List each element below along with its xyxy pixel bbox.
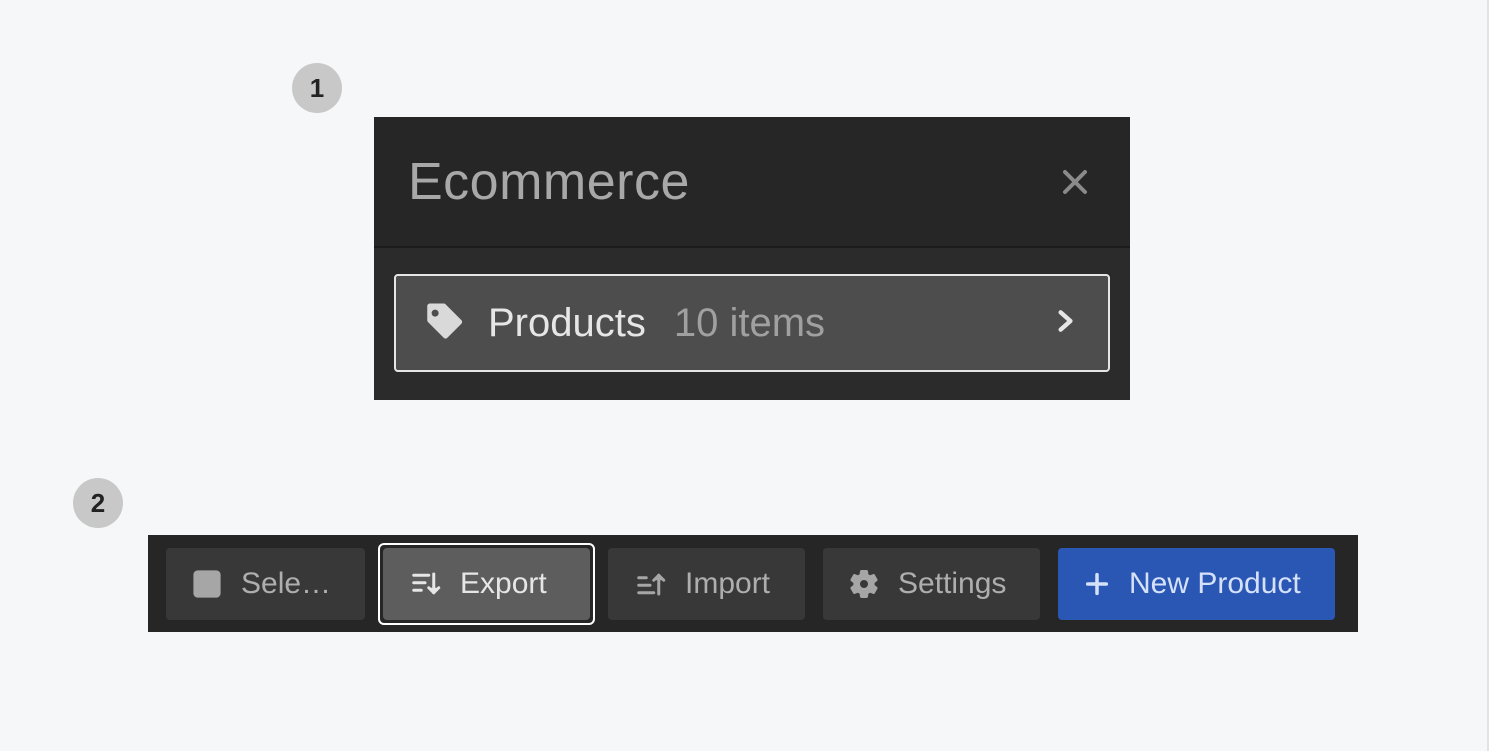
- step-badge-2: 2: [73, 478, 123, 528]
- products-toolbar: Select... Export Import: [148, 535, 1358, 632]
- products-label: Products: [488, 301, 646, 346]
- import-label: Import: [685, 567, 770, 601]
- chevron-right-icon: [1052, 302, 1078, 345]
- close-icon[interactable]: [1058, 165, 1092, 199]
- checkbox-icon: [191, 568, 223, 600]
- page-divider: [1487, 0, 1501, 751]
- select-button[interactable]: Select...: [166, 548, 365, 620]
- ecommerce-panel-header: Ecommerce: [374, 117, 1130, 248]
- export-label: Export: [460, 567, 547, 601]
- step-badge-1: 1: [292, 63, 342, 113]
- sort-desc-icon: [408, 569, 442, 599]
- ecommerce-panel-body: Products 10 items: [374, 248, 1130, 400]
- tag-icon: [422, 300, 464, 347]
- products-count: 10 items: [674, 301, 825, 346]
- new-product-label: New Product: [1129, 567, 1301, 601]
- ecommerce-panel: Ecommerce Products 10 items: [374, 117, 1130, 400]
- settings-button[interactable]: Settings: [823, 548, 1040, 620]
- select-label: Select...: [241, 567, 340, 601]
- panel-title: Ecommerce: [408, 152, 690, 212]
- plus-icon: [1083, 570, 1111, 598]
- gear-icon: [848, 568, 880, 600]
- sort-asc-icon: [633, 569, 667, 599]
- export-button[interactable]: Export: [383, 548, 590, 620]
- step-number: 1: [310, 73, 324, 104]
- import-button[interactable]: Import: [608, 548, 805, 620]
- step-number: 2: [91, 488, 105, 519]
- settings-label: Settings: [898, 567, 1006, 601]
- new-product-button[interactable]: New Product: [1058, 548, 1335, 620]
- products-row[interactable]: Products 10 items: [394, 274, 1110, 372]
